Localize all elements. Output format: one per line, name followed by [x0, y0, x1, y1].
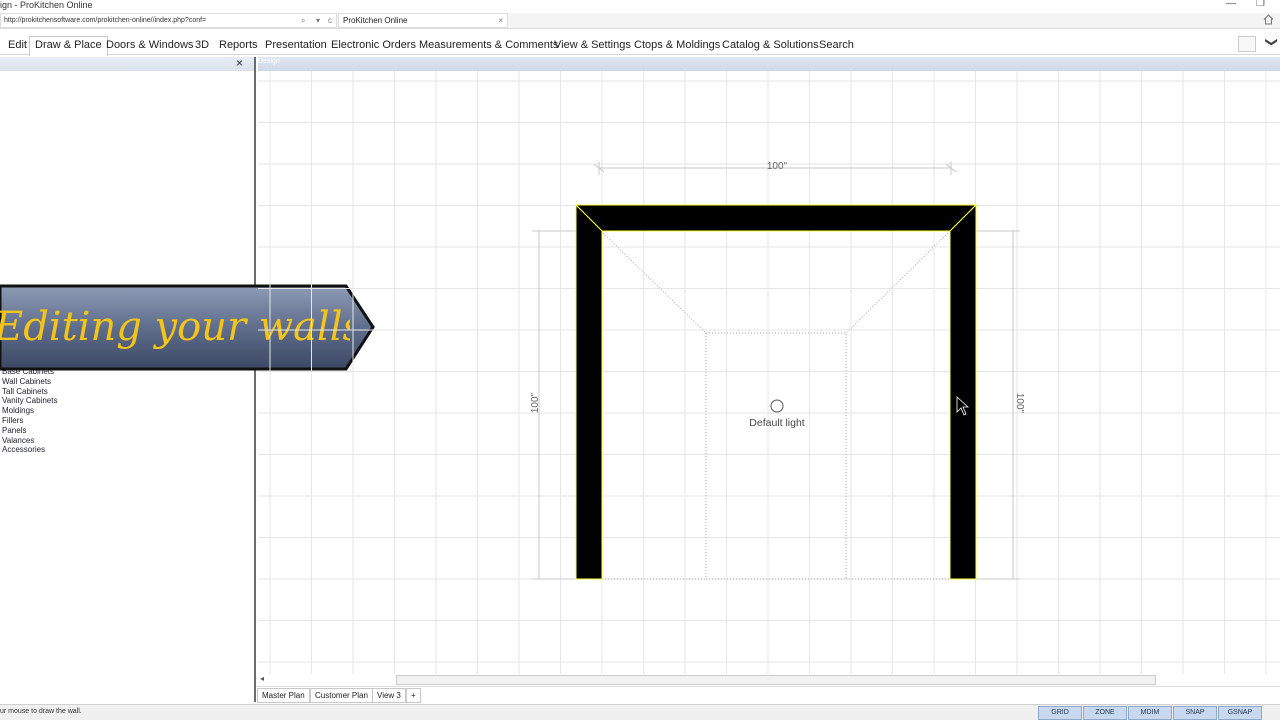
category-item-valances[interactable]: Valances: [2, 436, 57, 446]
category-item-accessories[interactable]: Accessories: [2, 445, 57, 455]
window-title: ign - ProKitchen Online: [0, 0, 93, 10]
menu-view-settings[interactable]: View & Settings: [554, 37, 631, 55]
menu-presentation[interactable]: Presentation: [265, 37, 327, 55]
tab-close-icon[interactable]: ×: [498, 14, 503, 27]
tab-view-3[interactable]: View 3: [372, 688, 406, 703]
status-bar: ur mouse to draw the wall. GRID ZONE MDI…: [0, 704, 1280, 720]
menu-edit[interactable]: Edit: [8, 37, 27, 55]
category-item-fillers[interactable]: Fillers: [2, 416, 57, 426]
menu-draw-place[interactable]: Draw & Place: [29, 36, 108, 56]
browser-tab[interactable]: ProKitchen Online ×: [338, 13, 508, 28]
design-canvas[interactable]: Design 100" 100" 100" Default light: [258, 57, 1280, 687]
wall-top[interactable]: [574, 204, 978, 232]
tab-customer-plan[interactable]: Customer Plan: [310, 688, 373, 703]
menu-doors-windows[interactable]: Doors & Windows: [106, 37, 193, 55]
toggle-snap[interactable]: SNAP: [1173, 706, 1217, 720]
menu-ctops-moldings[interactable]: Ctops & Moldings: [634, 37, 720, 55]
wall-left[interactable]: [575, 203, 603, 580]
toggle-zone[interactable]: ZONE: [1083, 706, 1127, 720]
toggle-gsnap[interactable]: GSNAP: [1218, 706, 1262, 720]
scroll-left-icon[interactable]: ◂: [260, 674, 264, 683]
default-light-icon[interactable]: [770, 399, 784, 413]
sidebar-header: ×: [0, 56, 254, 71]
menu-measurements-comments[interactable]: Measurements & Comments: [419, 37, 558, 55]
menu-electronic-orders[interactable]: Electronic Orders: [331, 37, 416, 55]
category-item-panels[interactable]: Panels: [2, 426, 57, 436]
add-tab-button[interactable]: +: [406, 688, 421, 703]
browser-tab-title: ProKitchen Online: [343, 16, 408, 25]
category-list: Base Cabinets Wall Cabinets Tall Cabinet…: [2, 367, 57, 455]
window-titlebar: ign - ProKitchen Online — ❐: [0, 0, 1280, 12]
tab-master-plan[interactable]: Master Plan: [257, 688, 310, 703]
browser-bar: http://prokitchensoftware.com/prokitchen…: [0, 13, 1280, 29]
menu-search[interactable]: Search: [819, 37, 854, 55]
floor-plan[interactable]: 100" 100" 100" Default light: [258, 71, 1280, 674]
refresh-icon[interactable]: c: [328, 14, 332, 27]
category-item-wall-cabinets[interactable]: Wall Cabinets: [2, 377, 57, 387]
category-item-tall-cabinets[interactable]: Tall Cabinets: [2, 387, 57, 397]
address-url: http://prokitchensoftware.com/prokitchen…: [4, 17, 207, 24]
toggle-grid[interactable]: GRID: [1038, 706, 1082, 720]
toggle-mdim[interactable]: MDIM: [1128, 706, 1172, 720]
category-item-vanity-cabinets[interactable]: Vanity Cabinets: [2, 396, 57, 406]
dimension-top: 100": [767, 161, 788, 172]
category-item-moldings[interactable]: Moldings: [2, 406, 57, 416]
address-field[interactable]: http://prokitchensoftware.com/prokitchen…: [0, 13, 337, 28]
dimension-left: 100": [530, 392, 541, 413]
plan-tabs: Master Plan Customer Plan View 3 +: [256, 686, 1280, 703]
dimension-right: 100": [1014, 393, 1025, 414]
wall-right[interactable]: [949, 203, 977, 580]
close-icon[interactable]: ×: [236, 56, 243, 70]
design-label: Design: [258, 58, 280, 65]
menu-catalog-solutions[interactable]: Catalog & Solutions: [722, 37, 819, 55]
restore-button[interactable]: ❐: [1256, 0, 1265, 9]
default-light-label: Default light: [749, 417, 805, 429]
menu-bar: Edit Draw & Place Doors & Windows 3D Rep…: [0, 35, 1280, 56]
status-message: ur mouse to draw the wall.: [0, 708, 82, 715]
home-icon[interactable]: [1263, 14, 1274, 25]
menu-toolbar-button[interactable]: [1238, 36, 1256, 52]
menu-3d[interactable]: 3D: [195, 37, 209, 55]
chevron-down-icon[interactable]: ❯: [1265, 37, 1279, 47]
search-icon[interactable]: ⌕: [301, 14, 305, 27]
scroll-thumb[interactable]: [396, 675, 1156, 685]
design-header: Design: [258, 57, 1280, 71]
dropdown-icon[interactable]: ▾: [316, 14, 320, 27]
horizontal-scrollbar[interactable]: ◂: [256, 674, 1280, 686]
catalog-sidebar: × Base Cabinets Wall Cabinets Tall Cabin…: [0, 56, 256, 702]
minimize-button[interactable]: —: [1226, 0, 1236, 9]
menu-reports[interactable]: Reports: [219, 37, 258, 55]
